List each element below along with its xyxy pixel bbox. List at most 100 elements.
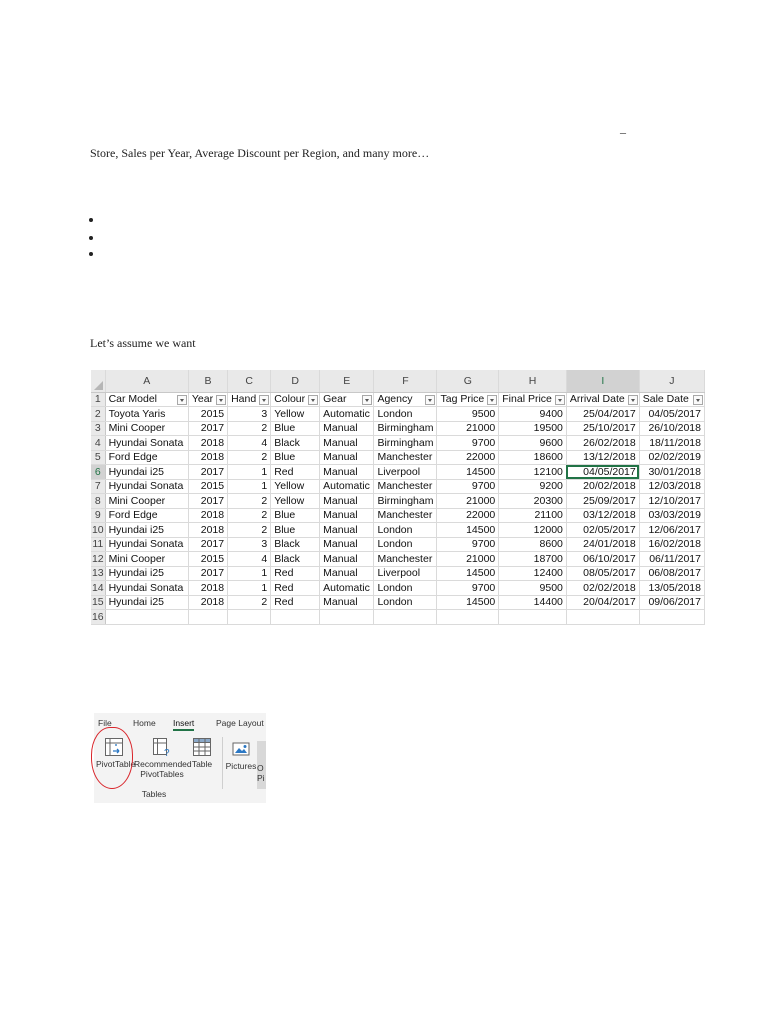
table-cell[interactable]: Hyundai i25 <box>105 595 189 610</box>
table-cell[interactable]: Automatic <box>319 406 375 422</box>
table-cell[interactable]: 2017 <box>188 464 229 480</box>
row-number[interactable]: 13 <box>91 566 106 581</box>
table-cell[interactable]: 1 <box>227 580 272 596</box>
table-cell[interactable]: 22000 <box>436 450 500 465</box>
table-cell[interactable]: 02/05/2017 <box>566 522 640 538</box>
table-cell[interactable]: Manchester <box>373 479 438 494</box>
table-cell[interactable]: 26/02/2018 <box>566 435 640 451</box>
filter-dropdown-icon[interactable] <box>259 394 270 405</box>
table-cell[interactable]: 20/02/2018 <box>566 479 640 494</box>
row-number[interactable]: 7 <box>91 479 106 494</box>
table-cell[interactable]: Manual <box>319 595 375 610</box>
table-cell[interactable]: 14500 <box>436 595 500 610</box>
table-cell[interactable]: 2018 <box>188 450 229 465</box>
table-cell[interactable]: 2015 <box>188 406 229 422</box>
table-cell[interactable]: 12400 <box>498 566 567 581</box>
table-cell[interactable]: 02/02/2018 <box>566 580 640 596</box>
table-cell[interactable]: 04/05/2017 <box>566 464 640 480</box>
table-cell[interactable]: Yellow <box>270 479 321 494</box>
table-cell[interactable]: 9500 <box>436 406 500 422</box>
table-cell[interactable]: 2017 <box>188 537 229 552</box>
table-cell[interactable]: 18700 <box>498 551 567 567</box>
filter-dropdown-icon[interactable] <box>362 394 373 405</box>
table-cell[interactable]: 2 <box>227 493 272 509</box>
table-cell[interactable]: London <box>373 406 438 422</box>
table-cell[interactable]: Mini Cooper <box>105 551 189 567</box>
table-cell[interactable]: Manual <box>319 421 375 436</box>
table-cell[interactable]: Hyundai i25 <box>105 522 189 538</box>
column-header-cell[interactable]: Tag Price <box>436 392 500 407</box>
table-cell[interactable]: 2017 <box>188 421 229 436</box>
filter-dropdown-icon[interactable] <box>554 394 565 405</box>
table-cell[interactable]: 19500 <box>498 421 567 436</box>
table-cell[interactable]: 21000 <box>436 421 500 436</box>
table-cell[interactable]: 08/05/2017 <box>566 566 640 581</box>
table-cell[interactable]: Toyota Yaris <box>105 406 189 422</box>
table-cell[interactable]: 14500 <box>436 566 500 581</box>
table-cell[interactable]: Automatic <box>319 479 375 494</box>
table-cell[interactable]: Birmingham <box>373 421 438 436</box>
table-cell[interactable]: 20300 <box>498 493 567 509</box>
table-cell[interactable] <box>498 609 567 625</box>
table-cell[interactable]: 22000 <box>436 508 500 523</box>
table-cell[interactable]: 9400 <box>498 406 567 422</box>
table-cell[interactable]: 3 <box>227 406 272 422</box>
table-cell[interactable]: 9500 <box>498 580 567 596</box>
column-header-f[interactable]: F <box>373 370 438 393</box>
table-cell[interactable]: 14400 <box>498 595 567 610</box>
table-cell[interactable]: Birmingham <box>373 435 438 451</box>
table-cell[interactable]: 21100 <box>498 508 567 523</box>
table-cell[interactable]: Red <box>270 464 321 480</box>
table-cell[interactable]: 21000 <box>436 551 500 567</box>
table-cell[interactable]: 2018 <box>188 435 229 451</box>
table-cell[interactable] <box>566 609 640 625</box>
table-cell[interactable] <box>436 609 500 625</box>
tab-home[interactable]: Home <box>133 718 156 728</box>
column-header-a[interactable]: A <box>105 370 189 393</box>
row-number[interactable]: 12 <box>91 551 106 567</box>
table-cell[interactable]: Liverpool <box>373 566 438 581</box>
table-cell[interactable]: 12/10/2017 <box>639 493 705 509</box>
table-cell[interactable]: 30/01/2018 <box>639 464 705 480</box>
table-cell[interactable]: Hyundai Sonata <box>105 537 189 552</box>
table-cell[interactable]: 18/11/2018 <box>639 435 705 451</box>
table-cell[interactable]: Yellow <box>270 406 321 422</box>
table-cell[interactable]: Blue <box>270 450 321 465</box>
table-cell[interactable]: 16/02/2018 <box>639 537 705 552</box>
column-header-cell[interactable]: Sale Date <box>639 392 705 407</box>
filter-dropdown-icon[interactable] <box>176 394 187 405</box>
pictures-button[interactable]: Pictures <box>225 741 257 771</box>
row-number[interactable]: 14 <box>91 580 106 596</box>
table-cell[interactable]: 03/12/2018 <box>566 508 640 523</box>
table-cell[interactable]: 20/04/2017 <box>566 595 640 610</box>
table-cell[interactable]: 12/03/2018 <box>639 479 705 494</box>
table-cell[interactable]: Manual <box>319 493 375 509</box>
column-header-cell[interactable]: Hand <box>227 392 272 407</box>
table-cell[interactable] <box>188 609 229 625</box>
table-cell[interactable]: Manual <box>319 537 375 552</box>
table-cell[interactable]: Mini Cooper <box>105 421 189 436</box>
table-cell[interactable]: Liverpool <box>373 464 438 480</box>
table-cell[interactable]: 2018 <box>188 508 229 523</box>
table-cell[interactable]: Manual <box>319 551 375 567</box>
table-cell[interactable]: 12/06/2017 <box>639 522 705 538</box>
table-cell[interactable] <box>270 609 321 625</box>
table-cell[interactable]: Manchester <box>373 508 438 523</box>
table-cell[interactable]: Hyundai Sonata <box>105 435 189 451</box>
table-cell[interactable]: Manual <box>319 435 375 451</box>
table-cell[interactable]: Hyundai Sonata <box>105 580 189 596</box>
table-cell[interactable]: 06/11/2017 <box>639 551 705 567</box>
table-cell[interactable]: 13/05/2018 <box>639 580 705 596</box>
filter-dropdown-icon[interactable] <box>627 394 638 405</box>
table-cell[interactable]: London <box>373 522 438 538</box>
column-header-d[interactable]: D <box>270 370 321 393</box>
table-cell[interactable]: 2017 <box>188 566 229 581</box>
filter-dropdown-icon[interactable] <box>425 394 436 405</box>
table-cell[interactable]: 2018 <box>188 580 229 596</box>
tab-page-layout[interactable]: Page Layout <box>216 718 264 728</box>
table-cell[interactable]: 9700 <box>436 580 500 596</box>
table-cell[interactable]: Hyundai Sonata <box>105 479 189 494</box>
table-cell[interactable] <box>227 609 272 625</box>
table-cell[interactable] <box>105 609 189 625</box>
table-cell[interactable]: 09/06/2017 <box>639 595 705 610</box>
